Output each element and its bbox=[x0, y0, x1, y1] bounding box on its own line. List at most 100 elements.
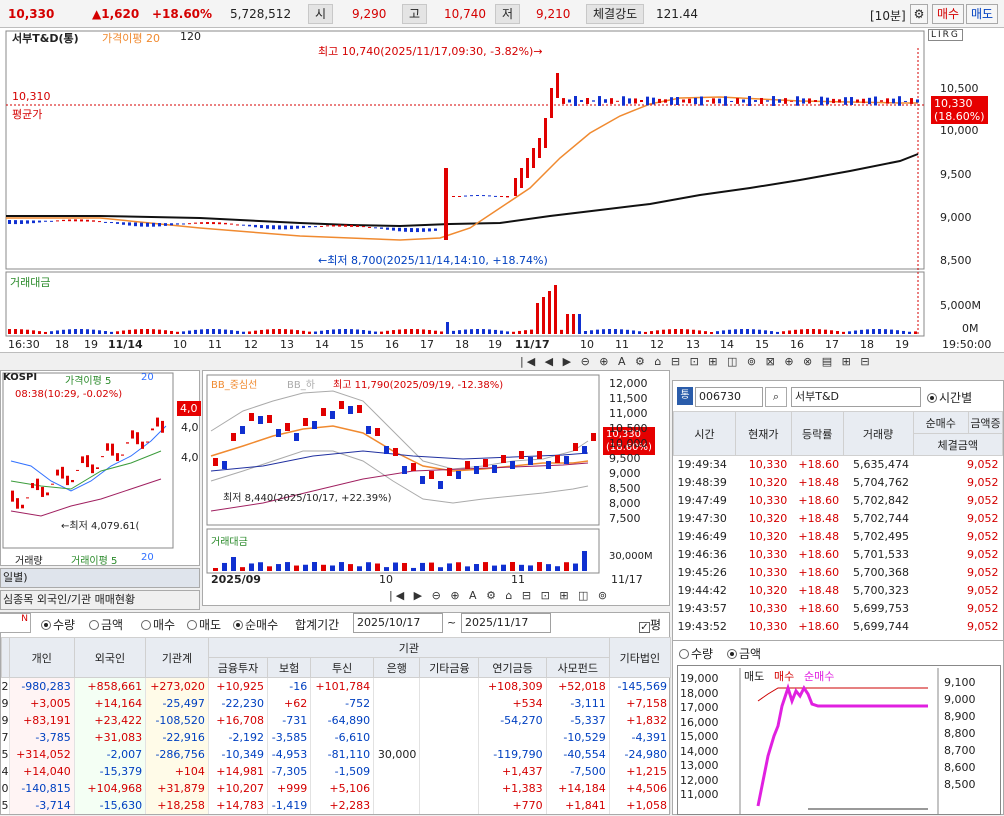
flow-cell: +1,215 bbox=[609, 762, 672, 780]
daily-y-tick: 9,500 bbox=[609, 452, 641, 465]
date-to-input[interactable]: 2025/11/17 bbox=[461, 613, 551, 633]
gear-icon[interactable]: ⚙ bbox=[910, 4, 928, 24]
daily-chart[interactable]: BB_중심선 BB_하 최고 11,790(2025/09/19, -12.38… bbox=[202, 370, 670, 606]
flow-row[interactable]: 2 -980,283 +858,661 +273,020 +10,925 -16 +101,… bbox=[1, 677, 672, 695]
volume-bar bbox=[782, 331, 785, 334]
candle bbox=[170, 223, 173, 226]
qty-radio[interactable]: 수량 bbox=[679, 645, 713, 662]
trade-row[interactable]: 19:43:52 10,330 +18.60 5,699,744 9,052 bbox=[674, 618, 1003, 636]
candle bbox=[26, 220, 29, 224]
daily-volume-bar bbox=[213, 568, 218, 571]
flow-sell-label: 매도 bbox=[199, 618, 222, 632]
flow-cell: -10,529 bbox=[546, 728, 610, 746]
flow-row[interactable]: 4 +14,040 -15,379 +104 +14,981 -7,305 -1,509 +1… bbox=[1, 762, 672, 780]
flow-row[interactable]: 9 +3,005 +14,164 -25,497 -22,230 +62 -752 +534-… bbox=[1, 694, 672, 712]
candle bbox=[266, 225, 269, 229]
col-header: 사모펀드 bbox=[545, 657, 610, 678]
trade-row[interactable]: 19:46:49 10,320 +18.48 5,702,495 9,052 bbox=[674, 528, 1003, 546]
trade-cell: 5,635,474 bbox=[853, 458, 909, 472]
candle bbox=[622, 96, 625, 106]
flow-row[interactable]: 0 -140,815 +104,968 +31,879 +10,207 +999 +5,10… bbox=[1, 779, 672, 797]
market-icon: 통 bbox=[677, 387, 693, 405]
flow-cell bbox=[419, 694, 480, 712]
volume-bar bbox=[818, 329, 821, 334]
trade-row[interactable]: 19:46:36 10,330 +18.60 5,701,533 9,052 bbox=[674, 546, 1003, 564]
row-prefix: 9 bbox=[1, 694, 10, 712]
flow-cell: -108,520 bbox=[145, 711, 209, 729]
candle bbox=[724, 96, 727, 106]
chart-toolbar[interactable]: |◀ ◀ ▶ ⊖ ⊕ A ⚙ ⌂ ⊟ ⊡ ⊞ ◫ ⊚ ⊠ ⊕ ⊗ ▤ ⊞ ⊟ bbox=[520, 355, 1004, 369]
date-from-input[interactable]: 2025/10/17 bbox=[353, 613, 443, 633]
trade-row[interactable]: 19:49:34 10,330 +18.60 5,635,474 9,052 bbox=[674, 456, 1003, 474]
trade-row[interactable]: 19:43:57 10,330 +18.60 5,699,753 9,052 bbox=[674, 600, 1003, 618]
candle bbox=[582, 446, 587, 454]
volume-bar bbox=[686, 329, 689, 334]
candle bbox=[760, 98, 763, 104]
trade-cell: 5,702,495 bbox=[853, 530, 909, 543]
amt-radio[interactable]: 금액 bbox=[727, 645, 761, 662]
trade-cell: 5,702,744 bbox=[853, 512, 909, 525]
x-tick: 13 bbox=[280, 338, 294, 351]
col-header: 현재가 bbox=[734, 411, 792, 456]
search-icon[interactable]: ⌕ bbox=[765, 387, 787, 407]
x-tick: 16 bbox=[385, 338, 399, 351]
flow-row[interactable]: 7 -3,785 +31,083 -22,916 -2,192 -3,585 -6,610 -… bbox=[1, 728, 672, 746]
buy-button[interactable]: 매수 bbox=[932, 4, 965, 24]
flow-row[interactable]: 9 +83,191 +23,422 -108,520 +16,708 -731 -64,89… bbox=[1, 711, 672, 729]
investor-left-tick: 11,000 bbox=[680, 788, 719, 801]
volume-bar bbox=[470, 329, 473, 334]
x-tick: 10 bbox=[173, 338, 187, 351]
daily-volume-bar bbox=[357, 566, 362, 571]
volume-bar bbox=[134, 329, 137, 334]
kospi-chart[interactable]: KOSPI 가격이평 5 20 08:38(10:29, -0.02%) ←최저… bbox=[0, 370, 201, 567]
flow-sell-radio[interactable]: 매도 bbox=[187, 616, 221, 633]
daily-toolbar[interactable]: |◀ ▶ ⊖ ⊕ A ⚙ ⌂ ⊟ ⊡ ⊞ ◫ ⊚ bbox=[389, 589, 610, 602]
trade-row[interactable]: 19:47:49 10,330 +18.60 5,702,842 9,052 bbox=[674, 492, 1003, 510]
flow-cell: -2,192 bbox=[208, 728, 268, 746]
stock-code-input[interactable]: 006730 bbox=[695, 387, 763, 407]
time-mode-radio[interactable]: 시간별 bbox=[927, 389, 972, 406]
col-header: 거래량 bbox=[842, 411, 914, 456]
flow-cell: -7,500 bbox=[546, 762, 610, 780]
trade-row[interactable]: 19:44:42 10,320 +18.48 5,700,323 9,052 bbox=[674, 582, 1003, 600]
flow-qty-radio[interactable]: 수량 bbox=[41, 616, 75, 633]
volume-bar bbox=[284, 329, 287, 334]
trade-row[interactable]: 19:45:26 10,330 +18.60 5,700,368 9,052 bbox=[674, 564, 1003, 582]
tab-investor-flow[interactable]: 심종목 외국인/기관 매매현황 bbox=[0, 590, 200, 610]
sell-button[interactable]: 매도 bbox=[966, 4, 999, 24]
x-tick: 11 bbox=[208, 338, 222, 351]
kospi-y-tick: 4,0 bbox=[181, 451, 199, 464]
group-header: 기관 bbox=[207, 637, 610, 658]
volume-bar bbox=[242, 331, 245, 334]
flow-buy-radio[interactable]: 매수 bbox=[141, 616, 175, 633]
volume-bar bbox=[434, 330, 437, 334]
investor-chart[interactable]: 수량 금액 매도 매수 순매수 19,000 18,000 17,000 16,000… bbox=[672, 640, 1004, 815]
low-price: 9,210 bbox=[536, 7, 571, 21]
trade-row[interactable]: 19:48:39 10,320 +18.48 5,704,762 9,052 bbox=[674, 474, 1003, 492]
tab-daily[interactable]: 일별) bbox=[0, 568, 200, 588]
candle bbox=[11, 490, 14, 502]
col-header: 금융투자 bbox=[207, 657, 268, 678]
trade-row[interactable]: 19:47:30 10,320 +18.48 5,702,744 9,052 bbox=[674, 510, 1003, 528]
trade-cell: 9,052 bbox=[967, 530, 999, 543]
market-select[interactable]: N bbox=[0, 613, 31, 633]
volume-bar bbox=[416, 329, 419, 334]
flow-net-radio[interactable]: 순매수 bbox=[233, 616, 278, 633]
candle bbox=[483, 459, 488, 467]
candle bbox=[428, 228, 431, 232]
flow-row[interactable]: 5 -3,714 -15,630 +18,258 +14,783 -1,419 +2,283… bbox=[1, 796, 672, 814]
candle bbox=[568, 99, 571, 103]
daily-y-tick: 10,500 bbox=[609, 422, 648, 435]
candle bbox=[182, 223, 185, 225]
interval-selector[interactable]: [10분] bbox=[870, 7, 906, 24]
flow-amt-radio[interactable]: 금액 bbox=[89, 616, 123, 633]
flow-row[interactable]: 5 +314,052 -2,007 -286,756 -10,349 -4,953 -81,… bbox=[1, 745, 672, 763]
avg-checkbox[interactable]: ✓평 bbox=[639, 616, 661, 633]
main-chart[interactable]: 서부T&D(통) 가격이평 20 120 LIRG 최고 10,740(2025… bbox=[0, 28, 1004, 353]
candle bbox=[886, 98, 889, 104]
investor-right-tick: 8,500 bbox=[944, 778, 976, 791]
volume-bar bbox=[488, 329, 491, 334]
volume-bar bbox=[512, 331, 515, 334]
kospi-y-tick: 4,0 bbox=[181, 421, 199, 434]
chart-mode-buttons[interactable]: LIRG bbox=[928, 29, 963, 41]
